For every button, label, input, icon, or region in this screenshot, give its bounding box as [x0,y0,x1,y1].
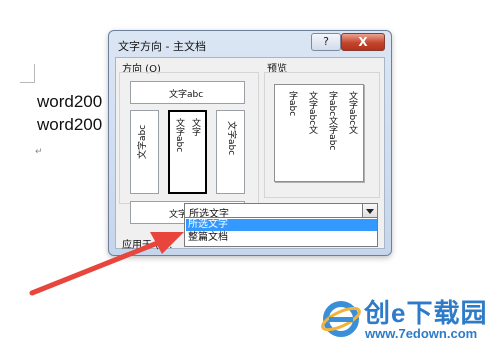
ie-logo-icon [321,301,361,337]
watermark-brand: 创e下载园 [364,298,488,328]
watermark-url: www.7edown.com [365,326,478,341]
